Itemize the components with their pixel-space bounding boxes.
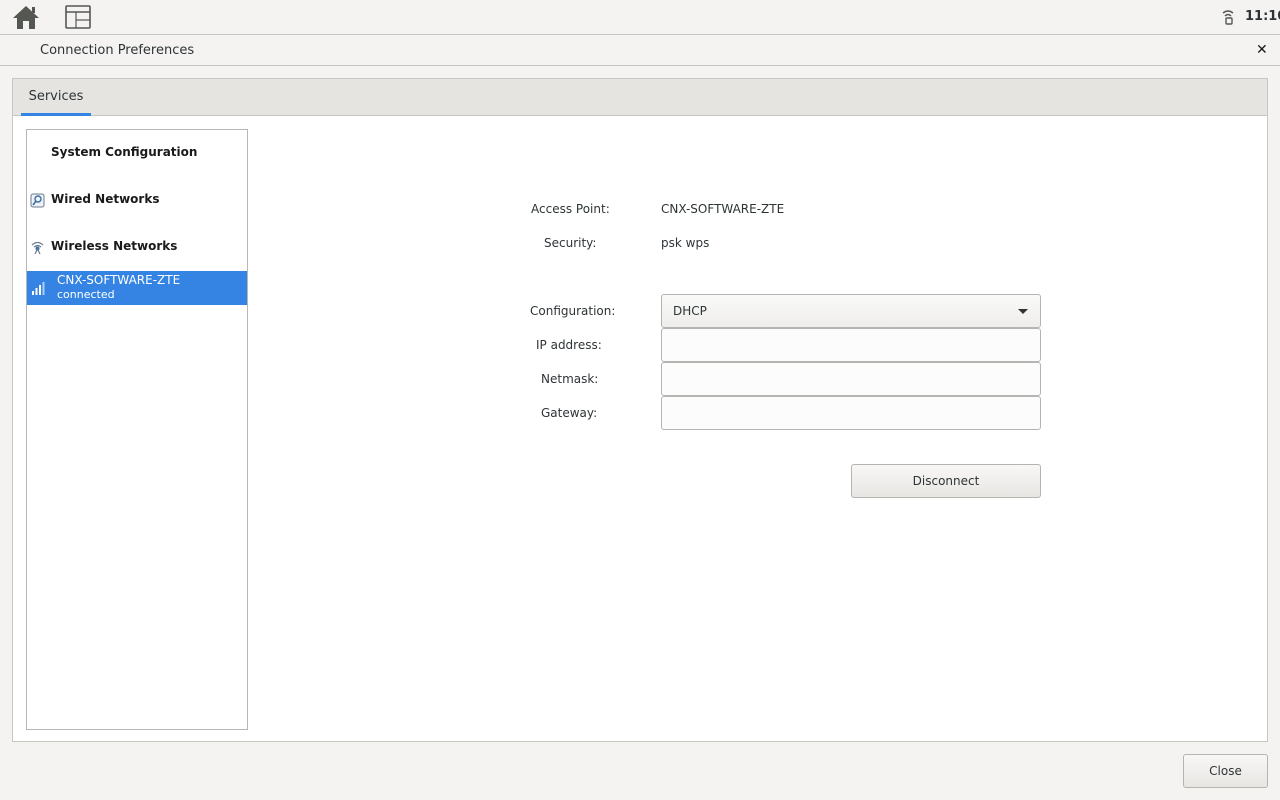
window-title: Connection Preferences — [40, 43, 195, 58]
clock[interactable]: 11:10 — [1245, 9, 1280, 24]
tab-strip: Services — [13, 79, 1267, 116]
sidebar-item-wireless-networks[interactable]: Wireless Networks — [27, 230, 247, 264]
chevron-down-icon — [1018, 309, 1028, 314]
access-point-value: CNX-SOFTWARE-ZTE — [661, 202, 785, 216]
wireless-network-icon — [31, 241, 44, 255]
top-panel: 11:10 — [0, 0, 1280, 35]
netmask-label: Netmask: — [541, 372, 599, 386]
ip-address-label: IP address: — [536, 338, 602, 352]
configuration-dropdown[interactable]: DHCP — [661, 294, 1041, 328]
security-value: psk wps — [661, 236, 710, 250]
configuration-label: Configuration: — [530, 304, 616, 318]
close-button[interactable]: Close — [1183, 754, 1268, 788]
sidebar-list: System Configuration Wired Networks Wire… — [26, 129, 248, 730]
tab-services[interactable]: Services — [21, 79, 91, 116]
ip-address-field[interactable] — [661, 328, 1041, 362]
sidebar-item-system-configuration[interactable]: System Configuration — [27, 136, 247, 170]
configuration-selected-value: DHCP — [673, 304, 707, 318]
netmask-field[interactable] — [661, 362, 1041, 396]
network-name: CNX-SOFTWARE-ZTE — [57, 273, 181, 287]
wifi-signal-icon — [32, 282, 45, 295]
window-title-bar: Connection Preferences ✕ — [0, 35, 1280, 66]
close-window-icon[interactable]: ✕ — [1256, 42, 1268, 58]
network-icon[interactable] — [1220, 9, 1236, 25]
sidebar-item-label: Wired Networks — [51, 192, 160, 206]
home-icon[interactable] — [12, 4, 40, 30]
notebook: Services System Configuration Wired Netw… — [12, 78, 1268, 742]
security-label: Security: — [544, 236, 597, 250]
access-point-label: Access Point: — [531, 202, 610, 216]
sidebar-item-label: Wireless Networks — [51, 239, 178, 253]
wired-network-icon — [30, 193, 45, 208]
gateway-field[interactable] — [661, 396, 1041, 430]
sidebar-item-cnx-software-zte[interactable]: CNX-SOFTWARE-ZTE connected — [27, 271, 247, 305]
sidebar-item-label: System Configuration — [51, 145, 198, 159]
windows-overview-icon[interactable] — [65, 5, 91, 29]
sidebar-item-wired-networks[interactable]: Wired Networks — [27, 183, 247, 217]
network-status: connected — [57, 288, 115, 301]
gateway-label: Gateway: — [541, 406, 598, 420]
disconnect-button[interactable]: Disconnect — [851, 464, 1041, 498]
